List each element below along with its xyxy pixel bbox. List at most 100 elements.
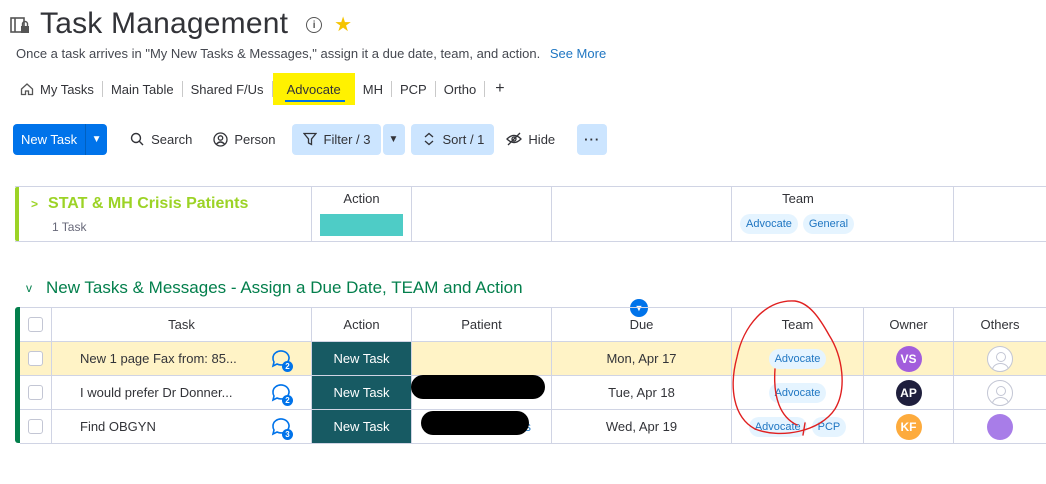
action-status[interactable]: New Task	[311, 410, 411, 443]
conversation-icon[interactable]: 2	[270, 348, 293, 372]
column-header-due[interactable]: Due	[551, 308, 731, 341]
row-select-cell	[20, 342, 51, 375]
team-chip[interactable]: General	[802, 214, 855, 234]
column-header-patient[interactable]: Patient	[411, 308, 551, 341]
owner-cell[interactable]: VS	[863, 342, 953, 375]
column-header-others[interactable]: Others	[953, 308, 1046, 341]
chevron-down-icon[interactable]: v	[26, 281, 32, 295]
chevron-down-icon[interactable]: ▼	[85, 123, 107, 155]
avatar[interactable]: AP	[895, 379, 922, 406]
tab-advocate[interactable]: Advocate	[272, 73, 355, 105]
tab-ortho[interactable]: Ortho	[436, 73, 485, 105]
due-column	[551, 187, 731, 241]
avatar[interactable]: VS	[895, 345, 922, 372]
filter-icon	[302, 131, 318, 147]
due-date[interactable]: Tue, Apr 18	[551, 376, 731, 409]
tab-my-tasks[interactable]: My Tasks	[14, 73, 102, 105]
team-chip[interactable]: Advocate	[768, 382, 827, 403]
row-checkbox[interactable]	[28, 385, 43, 400]
team-chip[interactable]: Advocate	[748, 416, 807, 437]
task-name[interactable]: I would prefer Dr Donner...	[51, 376, 251, 409]
empty-person-icon[interactable]	[987, 345, 1013, 372]
update-count: 2	[282, 394, 293, 406]
row-checkbox[interactable]	[28, 351, 43, 366]
filter-button[interactable]: Filter / 3	[291, 123, 381, 155]
tab-label: My Tasks	[40, 81, 94, 97]
others-cell[interactable]	[953, 410, 1046, 443]
conversation-icon[interactable]: 3	[270, 416, 293, 440]
owner-cell[interactable]: AP	[863, 376, 953, 409]
owner-cell[interactable]: KF	[863, 410, 953, 443]
column-header-action: Action	[343, 191, 380, 206]
redaction-mark	[411, 375, 545, 399]
updates-cell[interactable]: 2	[251, 376, 311, 409]
see-more-link[interactable]: See More	[550, 46, 606, 61]
action-status[interactable]: New Task	[311, 342, 411, 375]
search-button[interactable]: Search	[119, 124, 202, 155]
action-column: Action	[311, 187, 411, 241]
team-cell[interactable]: Advocate PCP	[731, 410, 863, 443]
hide-button[interactable]: Hide	[496, 124, 565, 155]
updates-cell[interactable]: 3	[251, 410, 311, 443]
team-chip[interactable]: Advocate	[768, 348, 827, 369]
others-column	[953, 187, 1046, 241]
table-row[interactable]: New 1 page Fax from: 85... 2 New Task Mo…	[20, 342, 1046, 376]
sort-button[interactable]: Sort / 1	[410, 123, 495, 155]
team-cell[interactable]: Advocate	[731, 342, 863, 375]
home-icon	[20, 83, 34, 96]
sort-label: Sort / 1	[442, 131, 485, 147]
column-header-action[interactable]: Action	[311, 308, 411, 341]
task-name[interactable]: New 1 page Fax from: 85...	[51, 342, 251, 375]
column-header-task[interactable]: Task	[51, 308, 311, 341]
person-filter-button[interactable]: Person	[202, 124, 285, 155]
tab-mh[interactable]: MH	[355, 73, 391, 105]
chevron-down-icon[interactable]: ▼	[382, 123, 405, 155]
due-date[interactable]: Mon, Apr 17	[551, 342, 731, 375]
group-header[interactable]: > STAT & MH Crisis Patients	[31, 195, 248, 213]
avatar[interactable]	[987, 413, 1013, 440]
tab-pcp[interactable]: PCP	[392, 73, 435, 105]
action-status[interactable]: New Task	[311, 376, 411, 409]
chevron-right-icon[interactable]: >	[31, 197, 38, 211]
others-cell[interactable]	[953, 342, 1046, 375]
patient-cell[interactable]	[411, 342, 551, 375]
conversation-icon[interactable]: 2	[270, 382, 293, 406]
sort-icon	[421, 131, 437, 147]
select-all-cell	[20, 308, 51, 341]
row-checkbox[interactable]	[28, 419, 43, 434]
info-icon[interactable]: i	[306, 17, 323, 33]
updates-cell[interactable]: 2	[251, 342, 311, 375]
redaction-mark	[421, 411, 529, 435]
row-select-cell	[20, 376, 51, 409]
more-options-button[interactable]: ···	[577, 123, 608, 155]
tab-shared-fus[interactable]: Shared F/Us	[183, 73, 272, 105]
action-summary-bar	[320, 214, 403, 236]
empty-person-icon[interactable]	[987, 379, 1013, 406]
due-date[interactable]: Wed, Apr 19	[551, 410, 731, 443]
team-chip[interactable]: Advocate	[740, 214, 798, 234]
person-label: Person	[234, 131, 276, 147]
others-cell[interactable]	[953, 376, 1046, 409]
group-color-bar	[15, 187, 19, 241]
filter-label: Filter / 3	[323, 131, 371, 147]
star-icon[interactable]: ★	[334, 15, 352, 35]
team-chip[interactable]: PCP	[811, 416, 847, 437]
select-all-checkbox[interactable]	[28, 317, 43, 332]
add-view-button[interactable]: +	[485, 73, 514, 105]
table-row[interactable]: Find OBGYN 3 New Task s Wed, Apr 19 Advo…	[20, 410, 1046, 444]
team-column: Team Advocate General	[731, 187, 953, 241]
tab-main-table[interactable]: Main Table	[103, 73, 182, 105]
team-chips: Advocate General	[740, 214, 855, 234]
avatar[interactable]: KF	[895, 413, 922, 440]
new-task-label: New Task	[21, 131, 78, 147]
task-name[interactable]: Find OBGYN	[51, 410, 251, 443]
row-select-cell	[20, 410, 51, 443]
description-text: Once a task arrives in "My New Tasks & M…	[16, 46, 541, 61]
column-header-owner[interactable]: Owner	[863, 308, 953, 341]
new-task-button[interactable]: New Task ▼	[13, 123, 108, 155]
team-cell[interactable]: Advocate	[731, 376, 863, 409]
group-header[interactable]: v New Tasks & Messages - Assign a Due Da…	[26, 278, 523, 298]
hide-label: Hide	[528, 131, 556, 147]
search-label: Search	[151, 131, 193, 147]
column-header-team[interactable]: Team	[731, 308, 863, 341]
